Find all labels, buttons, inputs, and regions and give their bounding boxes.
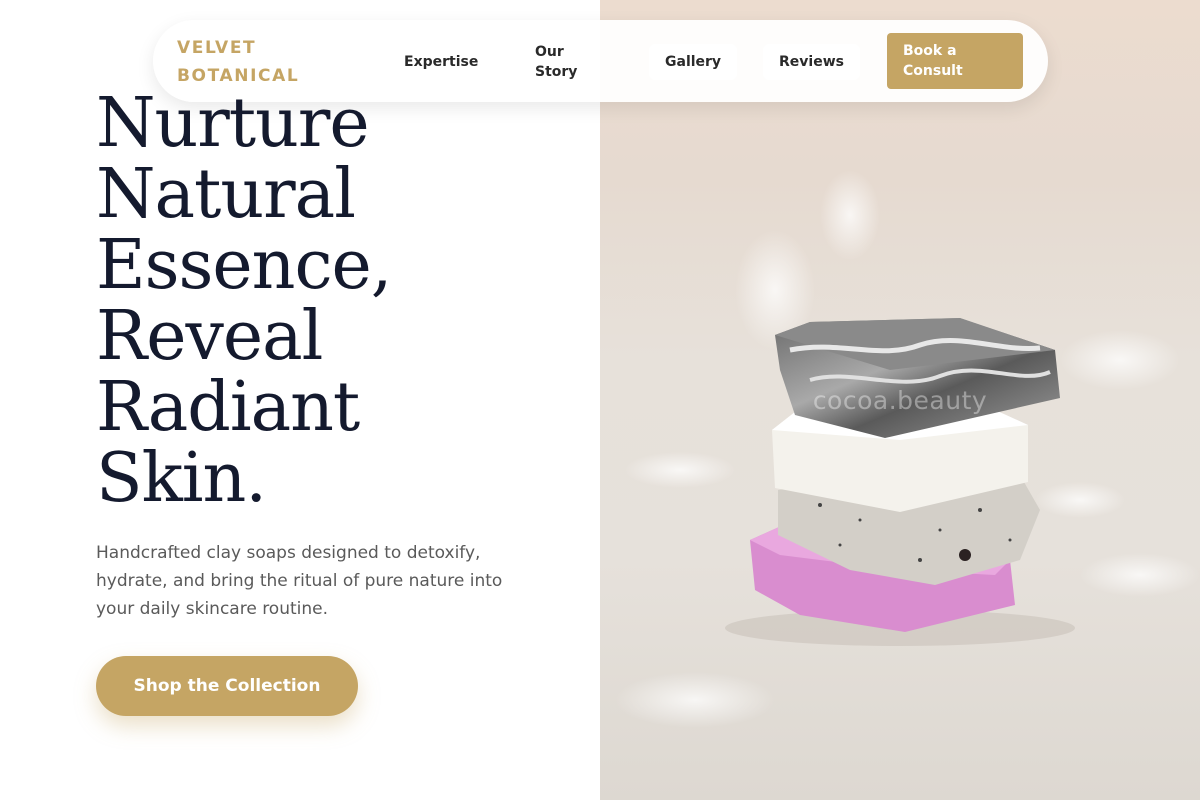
headline-line: Radiant xyxy=(96,368,360,447)
headline-line: Nurture xyxy=(96,84,370,163)
hero-headline: Nurture Natural Essence, Reveal Radiant … xyxy=(96,88,576,514)
shop-collection-button[interactable]: Shop the Collection xyxy=(96,656,358,716)
hero-image: cocoa.beauty xyxy=(600,0,1200,800)
headline-line: Essence, xyxy=(96,226,392,305)
nav-link-reviews[interactable]: Reviews xyxy=(763,44,860,80)
image-watermark: cocoa.beauty xyxy=(812,386,988,415)
headline-line: Skin. xyxy=(96,439,267,518)
hero-subtext: Handcrafted clay soaps designed to detox… xyxy=(96,543,503,619)
headline-line: Natural xyxy=(96,155,356,234)
nav-link-gallery[interactable]: Gallery xyxy=(649,44,738,80)
brand-logo[interactable]: VELVET BOTANICAL xyxy=(177,34,337,90)
nav-link-expertise[interactable]: Expertise xyxy=(388,44,494,80)
nav-link-our-story[interactable]: Our Story xyxy=(519,34,599,90)
book-consult-button[interactable]: Book a Consult xyxy=(887,33,1023,89)
headline-line: Reveal xyxy=(96,297,323,376)
